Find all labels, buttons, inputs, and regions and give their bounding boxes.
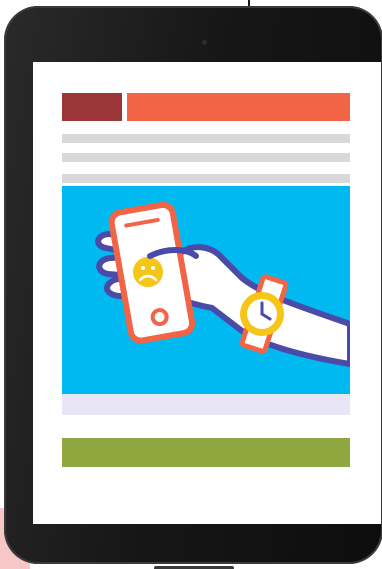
text-line-placeholder: [62, 134, 350, 143]
header-logo-block: [62, 93, 122, 121]
caption-strip: [62, 394, 350, 415]
front-camera-icon: [202, 40, 207, 45]
text-line-placeholder: [62, 153, 350, 162]
sad-face-icon: [133, 257, 163, 287]
hero-illustration: [62, 186, 350, 394]
tablet-device: [4, 6, 382, 569]
stage: [0, 0, 382, 569]
header-title-bar: [127, 93, 350, 121]
text-line-placeholder: [62, 174, 350, 183]
hand-phone-watch-illustration: [95, 201, 350, 367]
tablet-screen: [33, 62, 381, 524]
call-to-action-button[interactable]: [62, 438, 350, 467]
